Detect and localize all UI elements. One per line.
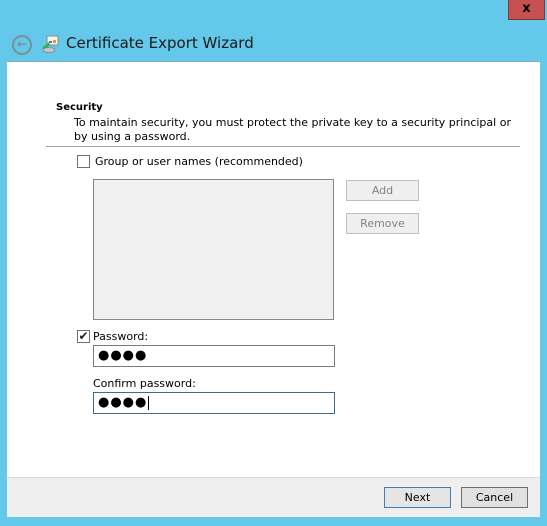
- confirm-password-field[interactable]: ●●●●: [93, 392, 335, 414]
- group-user-names-list[interactable]: [93, 179, 334, 320]
- next-button[interactable]: Next: [384, 487, 451, 508]
- certificate-wizard-icon: [42, 35, 59, 53]
- section-title: Security: [56, 102, 103, 113]
- password-label[interactable]: Password:: [93, 330, 148, 343]
- wizard-panel: Security To maintain security, you must …: [7, 61, 540, 517]
- text-caret: [148, 395, 150, 410]
- password-value: ●●●●: [98, 348, 148, 363]
- remove-button[interactable]: Remove: [346, 213, 419, 234]
- add-button[interactable]: Add: [346, 180, 419, 201]
- group-user-names-checkbox[interactable]: [77, 155, 90, 168]
- wizard-footer: Next Cancel: [7, 477, 540, 517]
- password-field[interactable]: ●●●●: [93, 345, 335, 367]
- checkmark-icon: ✔: [78, 329, 89, 343]
- close-button[interactable]: x: [508, 0, 545, 20]
- window-title: Certificate Export Wizard: [66, 34, 254, 52]
- back-button[interactable]: ←: [12, 35, 32, 55]
- confirm-password-value: ●●●●: [98, 395, 148, 410]
- cancel-button[interactable]: Cancel: [461, 487, 528, 508]
- password-checkbox[interactable]: ✔: [77, 330, 90, 343]
- confirm-password-label: Confirm password:: [93, 377, 196, 390]
- back-arrow-icon: ←: [16, 37, 28, 51]
- section-description: To maintain security, you must protect t…: [74, 116, 511, 143]
- group-user-names-label[interactable]: Group or user names (recommended): [95, 155, 303, 168]
- divider: [46, 146, 520, 147]
